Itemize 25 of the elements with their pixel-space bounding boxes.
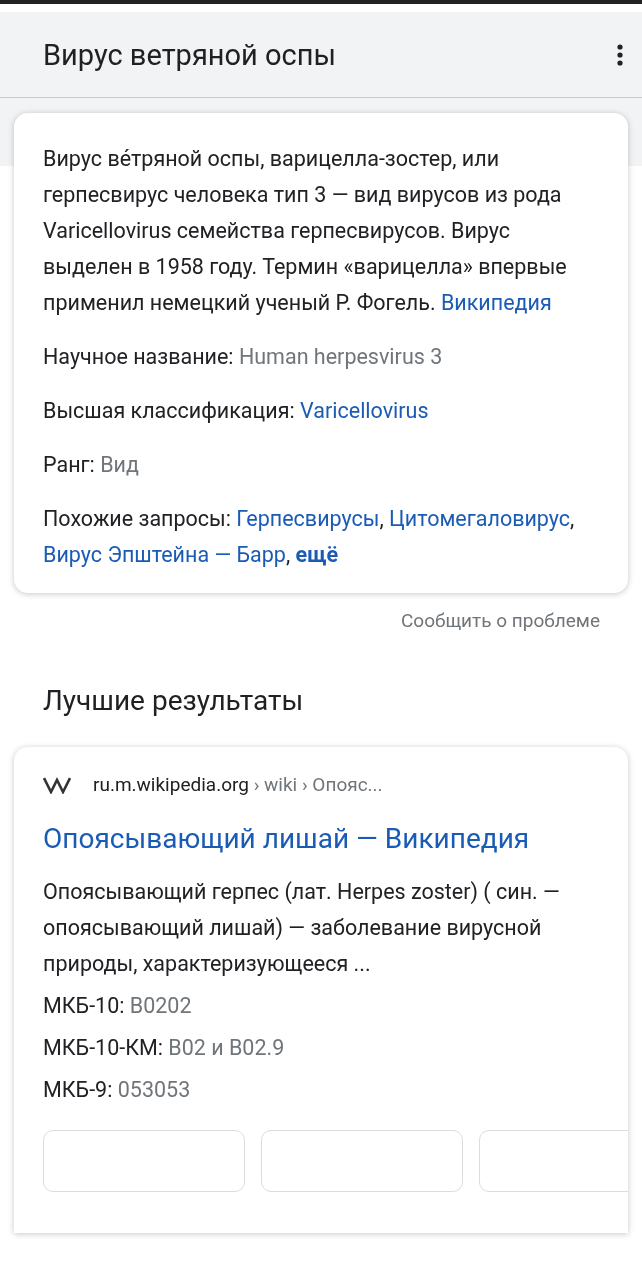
related-search-link[interactable]: Вирус Эпштейна — Барр (43, 542, 286, 567)
related-search-link[interactable]: Цитомегаловирус (389, 506, 571, 531)
wikipedia-link[interactable]: Википедия (440, 290, 552, 315)
more-options-icon[interactable] (616, 42, 624, 67)
report-problem-link[interactable]: Сообщить о проблеме (0, 593, 642, 632)
related-searches: Похожие запросы: Герпесвирусы, Цитомегаловирус, Вирус Эпштейна — Барр, ещё (43, 505, 576, 569)
chip-outline[interactable] (479, 1130, 628, 1192)
result-snippet: Опоясывающий герпес (лат. Herpes zoster) ( син. — опоясывающий лишай) — заболевание вирусной природы, характеризующееся ... (43, 878, 561, 978)
result-url: ru.m.wikipedia.org › wiki › Опояс... (93, 773, 383, 796)
wikipedia-logo-icon (43, 775, 71, 794)
fact-line: Научное название: Human herpesvirus 3 (43, 343, 444, 371)
page-title: Вирус ветряной оспы (43, 37, 336, 72)
chip-outline[interactable] (261, 1130, 463, 1192)
section-heading: Лучшие результаты (42, 683, 305, 719)
more-link[interactable]: ещё (295, 542, 339, 567)
fact-line: Высшая классификация: Varicellovirus (43, 397, 430, 425)
fact-line: Ранг: Вид (43, 451, 140, 479)
description-paragraph: Вирус ве́тряной оспы, варицелла-зостер, или герпесвирус человека тип 3 — вид вирусов из рода Varicellovirus семейства герпесвирусов. Вирус выделен в 1958 году. Термин «варицелла» впервые применил немецкий ученый Р. Фогель. Википедия (43, 145, 568, 317)
fact-line: МКБ-9: 053053 (43, 1076, 192, 1104)
related-search-link[interactable]: Герпесвирусы (236, 506, 380, 531)
fact-line: МКБ-10: B0202 (43, 992, 193, 1020)
chip-outline[interactable] (43, 1130, 245, 1192)
fact-line: МКБ-10-КМ: B02 и B02.9 (43, 1034, 286, 1062)
result-title-link[interactable]: Опоясывающий лишай — Википедия (43, 818, 600, 860)
fact-link[interactable]: Varicellovirus (300, 398, 429, 423)
